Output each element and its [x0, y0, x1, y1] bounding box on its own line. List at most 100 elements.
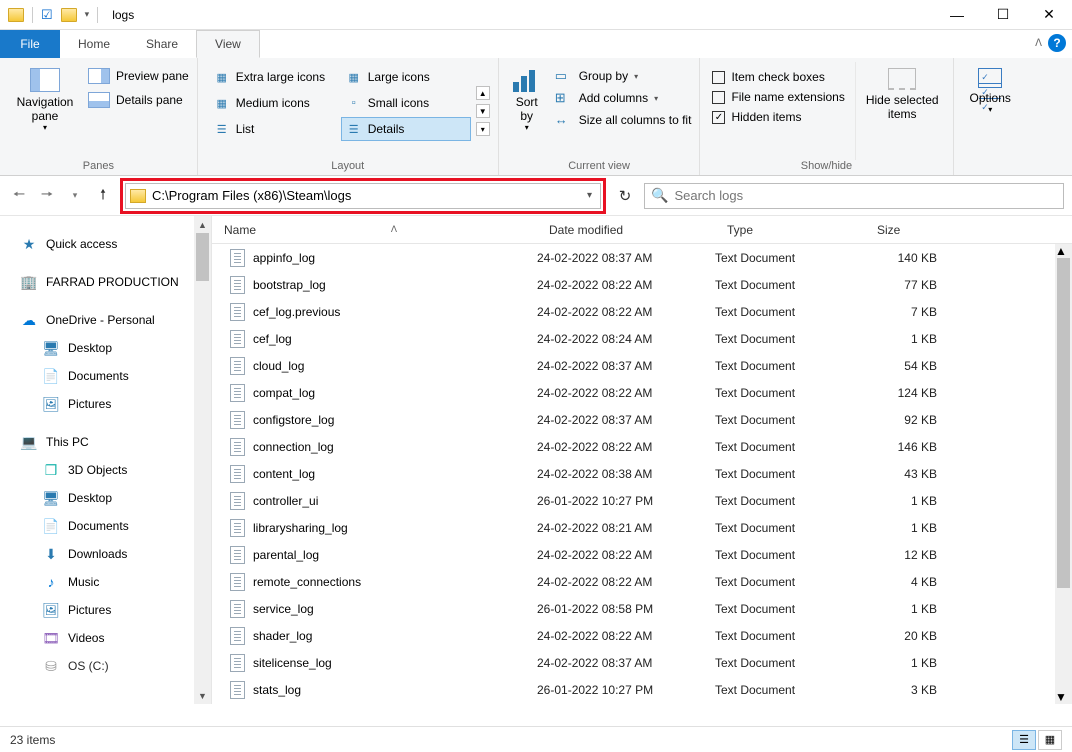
group-by-button[interactable]: ▭Group by▾ [555, 68, 692, 84]
layout-list[interactable]: ☰List [209, 117, 339, 141]
file-row[interactable]: cef_log24-02-2022 08:24 AMText Document1… [212, 325, 1072, 352]
tab-share[interactable]: Share [128, 30, 196, 58]
sidebar-item-pictures2[interactable]: 🖼Pictures [0, 596, 211, 624]
sidebar-item-music[interactable]: ♪Music [0, 568, 211, 596]
text-file-icon [230, 519, 245, 537]
file-row[interactable]: shader_log24-02-2022 08:22 AMText Docume… [212, 622, 1072, 649]
item-checkboxes-toggle[interactable]: Item check boxes [712, 70, 844, 84]
file-extensions-toggle[interactable]: File name extensions [712, 90, 844, 104]
file-row[interactable]: stats_log26-01-2022 10:27 PMText Documen… [212, 676, 1072, 703]
tab-row: File Home Share View ᐱ ? [0, 30, 1072, 58]
file-row[interactable]: cloud_log24-02-2022 08:37 AMText Documen… [212, 352, 1072, 379]
sidebar-item-desktop[interactable]: 🖥Desktop [0, 334, 211, 362]
file-row[interactable]: sitelicense_log24-02-2022 08:37 AMText D… [212, 649, 1072, 676]
minimize-button[interactable]: — [934, 0, 980, 30]
sidebar-item-osc[interactable]: ⛁OS (C:) [0, 652, 211, 680]
preview-pane-button[interactable]: Preview pane [88, 68, 189, 84]
tab-view[interactable]: View [196, 30, 260, 58]
sidebar-item-onedrive[interactable]: ☁OneDrive - Personal [0, 306, 211, 334]
sidebar-item-downloads[interactable]: ⬇Downloads [0, 540, 211, 568]
layout-extra-large[interactable]: ▦Extra large icons [209, 65, 339, 89]
thumbnails-view-button[interactable]: ▦ [1038, 730, 1062, 750]
options-button[interactable]: Options ▾ [962, 62, 1019, 160]
scrollbar-thumb[interactable] [1057, 258, 1070, 588]
status-bar: 23 items ☰ ▦ [0, 726, 1072, 752]
text-file-icon [230, 681, 245, 699]
filelist-scrollbar[interactable]: ▲ ▼ [1055, 244, 1072, 704]
forward-button[interactable]: 🠖 [36, 185, 58, 207]
file-row[interactable]: connection_log24-02-2022 08:22 AMText Do… [212, 433, 1072, 460]
up-button[interactable]: 🠕 [92, 185, 114, 207]
scroll-down-icon[interactable]: ▼ [194, 687, 211, 704]
col-name[interactable]: Nameᐱ [212, 223, 537, 237]
qat-checkbox-icon[interactable]: ☑ [41, 7, 53, 23]
sort-by-button[interactable]: Sort by ▾ [507, 62, 547, 160]
file-row[interactable]: cef_log.previous24-02-2022 08:22 AMText … [212, 298, 1072, 325]
file-row[interactable]: remote_connections24-02-2022 08:22 AMTex… [212, 568, 1072, 595]
file-row[interactable]: configstore_log24-02-2022 08:37 AMText D… [212, 406, 1072, 433]
refresh-button[interactable]: ↻ [612, 187, 638, 205]
status-item-count: 23 items [10, 733, 55, 747]
scroll-up-icon[interactable]: ▲ [194, 216, 211, 233]
sidebar-item-videos[interactable]: 🎞Videos [0, 624, 211, 652]
add-columns-button[interactable]: ⊞Add columns▾ [555, 90, 692, 106]
col-date[interactable]: Date modified [537, 223, 715, 237]
navigation-pane-button[interactable]: Navigation pane ▾ [8, 62, 82, 160]
file-row[interactable]: service_log26-01-2022 08:58 PMText Docum… [212, 595, 1072, 622]
layout-scroll-up[interactable]: ▲ [476, 86, 490, 100]
details-pane-button[interactable]: Details pane [88, 92, 189, 108]
search-box[interactable]: 🔍 [644, 183, 1064, 209]
sidebar-item-3dobjects[interactable]: ❒3D Objects [0, 456, 211, 484]
sidebar-item-thispc[interactable]: 💻This PC [0, 428, 211, 456]
sidebar-item-pictures[interactable]: 🖼Pictures [0, 390, 211, 418]
layout-details[interactable]: ☰Details [341, 117, 471, 141]
sidebar-item-desktop2[interactable]: 🖥Desktop [0, 484, 211, 512]
scrollbar-thumb[interactable] [196, 233, 209, 281]
address-dropdown-icon[interactable]: ▾ [583, 190, 596, 201]
sidebar-item-documents[interactable]: 📄Documents [0, 362, 211, 390]
file-row[interactable]: appinfo_log24-02-2022 08:37 AMText Docum… [212, 244, 1072, 271]
hide-selected-button[interactable]: Hide selected items [855, 62, 945, 160]
search-input[interactable] [674, 188, 1057, 203]
collapse-ribbon-icon[interactable]: ᐱ [1035, 38, 1042, 49]
address-bar[interactable]: ▾ [125, 183, 601, 209]
close-button[interactable]: ✕ [1026, 0, 1072, 30]
file-row[interactable]: librarysharing_log24-02-2022 08:21 AMTex… [212, 514, 1072, 541]
text-file-icon [230, 573, 245, 591]
file-row[interactable]: bootstrap_log24-02-2022 08:22 AMText Doc… [212, 271, 1072, 298]
tab-home[interactable]: Home [60, 30, 128, 58]
layout-scroll-down[interactable]: ▼ [476, 104, 490, 118]
layout-small[interactable]: ▫Small icons [341, 91, 471, 115]
text-file-icon [230, 330, 245, 348]
text-file-icon [230, 546, 245, 564]
folder-icon[interactable] [61, 8, 77, 22]
layout-medium[interactable]: ▦Medium icons [209, 91, 339, 115]
file-row[interactable]: compat_log24-02-2022 08:22 AMText Docume… [212, 379, 1072, 406]
maximize-button[interactable]: ☐ [980, 0, 1026, 30]
size-all-columns-button[interactable]: ↔Size all columns to fit [555, 112, 692, 127]
scroll-down-icon[interactable]: ▼ [1055, 690, 1072, 704]
sidebar-item-quick-access[interactable]: ★Quick access [0, 230, 211, 258]
help-button[interactable]: ? [1048, 34, 1066, 52]
file-row[interactable]: parental_log24-02-2022 08:22 AMText Docu… [212, 541, 1072, 568]
text-file-icon [230, 384, 245, 402]
sidebar-scrollbar[interactable]: ▲ ▼ [194, 216, 211, 704]
col-size[interactable]: Size [865, 223, 985, 237]
back-button[interactable]: 🠔 [8, 185, 30, 207]
file-row[interactable]: content_log24-02-2022 08:38 AMText Docum… [212, 460, 1072, 487]
qat-dropdown-icon[interactable]: ▾ [85, 9, 90, 20]
recent-locations-button[interactable]: ▾ [64, 185, 86, 207]
layout-expand[interactable]: ▾ [476, 122, 490, 136]
tab-file[interactable]: File [0, 30, 60, 58]
col-type[interactable]: Type [715, 223, 865, 237]
sidebar-item-production[interactable]: 🏢FARRAD PRODUCTION [0, 268, 211, 296]
hidden-items-toggle[interactable]: ✓Hidden items [712, 110, 844, 124]
text-file-icon [230, 249, 245, 267]
layout-large[interactable]: ▦Large icons [341, 65, 471, 89]
file-row[interactable]: controller_ui26-01-2022 10:27 PMText Doc… [212, 487, 1072, 514]
details-view-button[interactable]: ☰ [1012, 730, 1036, 750]
scroll-up-icon[interactable]: ▲ [1055, 244, 1072, 258]
text-file-icon [230, 654, 245, 672]
sidebar-item-documents2[interactable]: 📄Documents [0, 512, 211, 540]
address-input[interactable] [152, 188, 583, 203]
